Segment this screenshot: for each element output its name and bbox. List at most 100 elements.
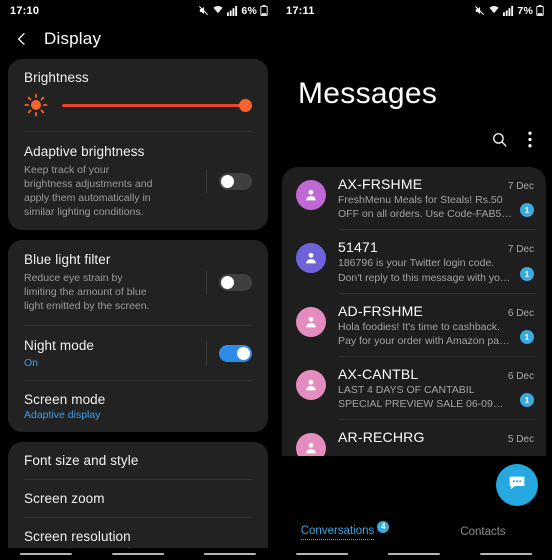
status-icons: 6% (198, 5, 268, 17)
status-bar: 17:11 7% (276, 0, 552, 21)
nav-hint-recents[interactable] (20, 553, 72, 555)
back-icon[interactable] (14, 31, 30, 47)
search-icon[interactable] (491, 131, 508, 153)
avatar (296, 180, 326, 210)
brightness-row: Brightness (10, 59, 266, 89)
tab-conversations-badge: 4 (377, 520, 390, 533)
night-mode-value: On (24, 357, 39, 370)
avatar (296, 370, 326, 401)
conversation-body: AR-RECHRG 5 Dec (338, 429, 534, 456)
conversation-date: 6 Dec (507, 307, 534, 319)
font-size-and-style-label: Font size and style (24, 453, 139, 469)
brightness-sun-icon (24, 93, 48, 117)
new-message-fab[interactable] (496, 464, 538, 506)
more-vertical-icon[interactable] (528, 131, 532, 153)
toggle-separator (206, 270, 207, 295)
status-bar: 17:10 6% (0, 0, 276, 21)
tab-conversations[interactable]: Conversations 4 (276, 520, 414, 540)
conversation-body: AX-CANTBL 6 Dec LAST 4 DAYS OF CANTABIL … (338, 366, 534, 411)
new-message-icon (507, 473, 527, 498)
brightness-slider-area[interactable] (10, 89, 266, 131)
phone-screen-messages: 17:11 7% Messages AX-FRSHME 7 Dec FreshM… (276, 0, 552, 560)
signal-bars-icon (227, 5, 238, 17)
screen-zoom-row[interactable]: Screen zoom (10, 480, 266, 517)
screen-zoom-label: Screen zoom (24, 491, 105, 507)
slider-thumb[interactable] (239, 98, 252, 112)
avatar (296, 306, 326, 337)
mute-icon (198, 5, 209, 16)
wifi-icon (212, 5, 224, 16)
blue-light-filter-row[interactable]: Blue light filter Reduce eye strain by l… (10, 240, 266, 325)
conversation-body: AD-FRSHME 6 Dec Hola foodies! It's time … (338, 303, 534, 348)
blue-light-texts: Blue light filter Reduce eye strain by l… (24, 251, 206, 314)
blue-light-filter-label: Blue light filter (24, 252, 111, 268)
conversation-list[interactable]: AX-FRSHME 7 Dec FreshMenu Meals for Stea… (282, 167, 546, 456)
signal-bars-icon (503, 5, 514, 17)
battery-percent: 7% (517, 4, 533, 17)
conversation-body: AX-FRSHME 7 Dec FreshMenu Meals for Stea… (338, 176, 534, 221)
messages-action-bar (276, 111, 552, 167)
avatar (296, 433, 326, 456)
font-size-and-style-row[interactable]: Font size and style (10, 442, 266, 479)
toggle-knob (221, 276, 234, 290)
status-icons: 7% (474, 5, 544, 17)
battery-icon (260, 5, 268, 16)
screen-mode-row[interactable]: Screen mode Adaptive display (10, 381, 266, 432)
mute-icon (474, 5, 485, 16)
conversation-sender: AX-FRSHME (338, 176, 423, 192)
conversation-body: 51471 7 Dec 186796 is your Twitter login… (338, 239, 534, 284)
display-modes-card: Blue light filter Reduce eye strain by l… (8, 240, 268, 433)
conversation-date: 7 Dec (507, 181, 534, 192)
conversation-header: AX-CANTBL 6 Dec (338, 366, 534, 382)
unread-badge: 1 (520, 266, 534, 281)
conversation-snippet: FreshMenu Meals for Steals! Rs.50 OFF on… (338, 194, 511, 221)
gesture-nav-bar (276, 548, 552, 560)
conversation-snippet: LAST 4 DAYS OF CANTABIL SPECIAL PREVIEW … (338, 384, 493, 411)
phone-screen-display-settings: 17:10 6% Display Brightness Adaptive bri… (0, 0, 276, 560)
battery-percent: 6% (241, 4, 257, 17)
nav-hint-home[interactable] (112, 553, 164, 555)
nav-hint-back[interactable] (480, 553, 532, 555)
screen-mode-label: Screen mode (24, 392, 106, 408)
adaptive-brightness-label: Adaptive brightness (24, 144, 145, 159)
bottom-tab-bar: Conversations 4 Contacts (276, 515, 552, 549)
toggle-knob (237, 346, 250, 360)
conversation-sender: AD-FRSHME (338, 302, 424, 319)
night-mode-row[interactable]: Night mode On (10, 326, 266, 380)
night-mode-toggle[interactable] (219, 344, 252, 362)
battery-icon (536, 5, 544, 16)
brightness-label: Brightness (24, 70, 89, 85)
adaptive-brightness-description: Keep track of your brightness adjustment… (24, 164, 153, 218)
conversation-header: AD-FRSHME 6 Dec (338, 303, 534, 319)
tab-contacts[interactable]: Contacts (414, 526, 552, 538)
night-mode-label: Night mode (24, 338, 95, 354)
avatar (296, 243, 326, 274)
blue-light-filter-toggle[interactable] (219, 274, 252, 292)
page-title: Display (44, 29, 102, 48)
conversation-header: AX-FRSHME 7 Dec (338, 176, 534, 192)
app-title: Messages (298, 77, 438, 110)
nav-hint-recents[interactable] (296, 553, 348, 555)
conversation-date: 5 Dec (507, 434, 534, 446)
adaptive-brightness-row[interactable]: Adaptive brightness Keep track of your b… (10, 132, 266, 230)
screen-resolution-label: Screen resolution (24, 529, 131, 545)
slider-track (62, 103, 252, 107)
list-item[interactable]: 51471 7 Dec 186796 is your Twitter login… (282, 230, 546, 292)
list-item[interactable]: AD-FRSHME 6 Dec Hola foodies! It's time … (282, 294, 546, 356)
toggle-knob (221, 174, 234, 188)
gesture-nav-bar (0, 548, 276, 560)
toggle-separator (206, 169, 207, 194)
list-item[interactable]: AX-FRSHME 7 Dec FreshMenu Meals for Stea… (282, 167, 546, 229)
list-item[interactable]: AX-CANTBL 6 Dec LAST 4 DAYS OF CANTABIL … (282, 357, 546, 419)
blue-light-filter-description: Reduce eye strain by limiting the amount… (24, 272, 150, 313)
tab-contacts-label: Contacts (460, 526, 506, 538)
conversation-sender: AX-CANTBL (338, 366, 419, 383)
adaptive-brightness-toggle[interactable] (219, 172, 252, 190)
brightness-slider[interactable] (62, 98, 252, 112)
conversation-header: AR-RECHRG 5 Dec (338, 429, 534, 445)
conversation-date: 7 Dec (507, 244, 534, 256)
list-item[interactable]: AR-RECHRG 5 Dec (282, 420, 546, 456)
nav-hint-home[interactable] (388, 553, 440, 555)
conversation-date: 6 Dec (507, 371, 534, 383)
nav-hint-back[interactable] (204, 553, 256, 555)
